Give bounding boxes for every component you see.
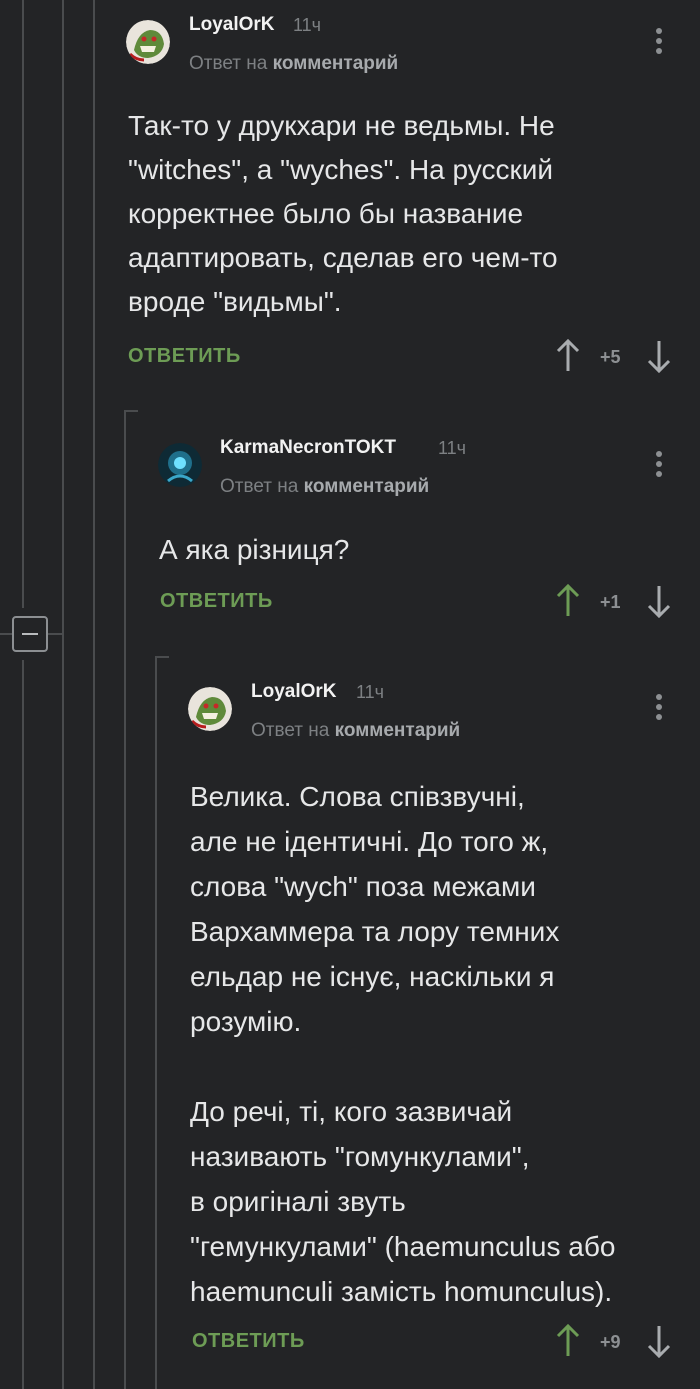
reply-to-target[interactable]: комментарий <box>304 476 430 497</box>
goblin-avatar[interactable] <box>126 20 170 64</box>
comment-text: Так-то у друкхари не ведьмы. Не "witches… <box>128 110 558 317</box>
reply-to-prefix: Ответ на <box>189 53 268 74</box>
comment-time: 11ч <box>356 682 385 702</box>
reply-to-link[interactable]: Ответ на комментарий <box>251 720 460 742</box>
reply-to-prefix: Ответ на <box>220 476 299 497</box>
comment-score: +9 <box>600 1332 621 1352</box>
goblin-avatar[interactable] <box>188 687 232 731</box>
collapse-thread-button[interactable] <box>12 616 48 652</box>
upvote-arrow-icon[interactable] <box>556 584 580 618</box>
comment-time: 11ч <box>438 438 467 458</box>
thread-connector <box>0 633 12 635</box>
comment-score: +5 <box>600 347 621 367</box>
comment-text: Велика. Слова співзвучні, але не ідентич… <box>190 781 616 1307</box>
upvote-arrow-icon[interactable] <box>556 1324 580 1358</box>
thread-line <box>62 0 64 1389</box>
reply-to-target[interactable]: комментарий <box>273 53 399 74</box>
more-options-icon[interactable] <box>654 451 664 481</box>
reply-button[interactable]: ОТВЕТИТЬ <box>128 345 241 368</box>
comment-author[interactable]: LoyalOrK <box>189 14 275 36</box>
thread-line <box>155 656 157 1389</box>
upvote-arrow-icon[interactable] <box>556 339 580 373</box>
more-options-icon[interactable] <box>654 694 664 724</box>
thread-connector <box>124 410 138 412</box>
comment-author[interactable]: LoyalOrK <box>251 681 337 703</box>
thread-connector <box>48 633 64 635</box>
more-options-icon[interactable] <box>654 28 664 58</box>
downvote-arrow-icon[interactable] <box>647 339 671 373</box>
comment-author[interactable]: KarmaNecronTOKT <box>220 437 396 459</box>
reply-button[interactable]: ОТВЕТИТЬ <box>160 590 273 613</box>
comment-time: 11ч <box>293 15 322 35</box>
reply-to-link[interactable]: Ответ на комментарий <box>189 53 398 75</box>
downvote-arrow-icon[interactable] <box>647 584 671 618</box>
reply-to-prefix: Ответ на <box>251 720 330 741</box>
comment-text: А яка різниця? <box>159 534 350 565</box>
downvote-arrow-icon[interactable] <box>647 1324 671 1358</box>
reply-button[interactable]: ОТВЕТИТЬ <box>192 1330 305 1353</box>
reply-to-target[interactable]: комментарий <box>335 720 461 741</box>
necron-avatar[interactable] <box>158 443 202 487</box>
thread-line <box>22 660 24 1389</box>
thread-connector <box>155 656 169 658</box>
thread-line <box>93 0 95 1389</box>
thread-line <box>124 410 126 1389</box>
comment-score: +1 <box>600 592 621 612</box>
thread-line <box>22 0 24 608</box>
reply-to-link[interactable]: Ответ на комментарий <box>220 476 429 498</box>
